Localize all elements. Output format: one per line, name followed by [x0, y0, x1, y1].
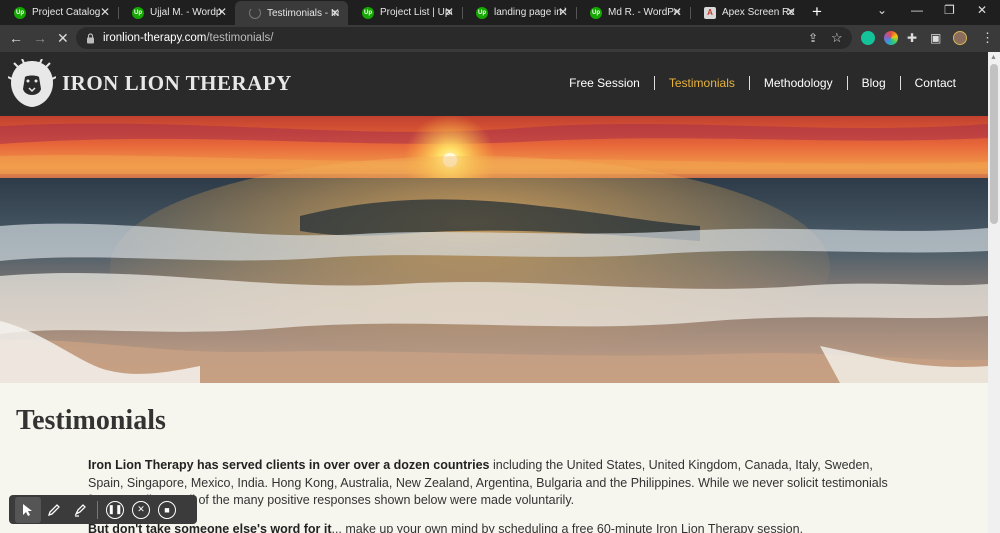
- nav-contact[interactable]: Contact: [901, 76, 970, 90]
- nav-blog[interactable]: Blog: [848, 76, 900, 90]
- nav-free-session[interactable]: Free Session: [555, 76, 654, 90]
- stop-loading-icon[interactable]: ✕: [57, 30, 69, 46]
- close-tab-icon[interactable]: ✕: [100, 5, 110, 19]
- highlighter-icon[interactable]: [67, 497, 93, 523]
- pointer-icon[interactable]: [15, 496, 41, 523]
- upwork-favicon-icon: Up: [476, 6, 488, 19]
- cta-paragraph: But don't take someone else's word for i…: [88, 521, 908, 533]
- grammarly-extension-icon[interactable]: [861, 31, 875, 45]
- address-bar[interactable]: ironlion-therapy.com/testimonials/: [76, 27, 852, 49]
- nav-methodology[interactable]: Methodology: [750, 76, 847, 90]
- scrollbar-thumb[interactable]: [990, 64, 998, 224]
- tab-project-list[interactable]: Up Project List | Upw ✕: [348, 0, 462, 25]
- close-tab-icon[interactable]: ✕: [330, 6, 340, 20]
- pause-icon[interactable]: ❚❚: [102, 497, 128, 523]
- browser-toolbar: ← → ✕ ironlion-therapy.com/testimonials/…: [0, 25, 1000, 52]
- main-navigation: Free Session Testimonials Methodology Bl…: [555, 76, 970, 90]
- nav-testimonials[interactable]: Testimonials: [655, 76, 749, 90]
- share-icon[interactable]: ⇪: [808, 30, 818, 46]
- tab-title: Apex Screen Rec: [722, 7, 794, 18]
- upwork-favicon-icon: Up: [590, 6, 602, 19]
- tab-ujjal[interactable]: Up Ujjal M. - Wordp ✕: [118, 0, 235, 25]
- tab-search-icon[interactable]: ⌄: [877, 3, 887, 17]
- cta-text: ... make up your own mind by scheduling …: [331, 522, 804, 533]
- tab-landing-page[interactable]: Up landing page in \ ✕: [462, 0, 576, 25]
- close-tab-icon[interactable]: ✕: [672, 5, 682, 19]
- page-title: Testimonials: [16, 405, 166, 436]
- intro-bold-text: Iron Lion Therapy has served clients in …: [88, 458, 490, 472]
- cancel-icon[interactable]: ✕: [128, 497, 154, 523]
- screen-recorder-toolbar: ❚❚ ✕ ■: [9, 495, 197, 524]
- tab-title: Md R. - WordPre: [608, 7, 680, 18]
- tab-title: Project List | Upw: [380, 7, 452, 18]
- recorder-divider: [97, 500, 98, 519]
- forward-icon[interactable]: →: [33, 30, 47, 46]
- upwork-favicon-icon: Up: [14, 6, 26, 19]
- tab-title: landing page in \: [494, 7, 566, 18]
- loading-spinner-icon: [249, 7, 261, 19]
- restore-icon[interactable]: ❐: [944, 3, 955, 17]
- close-tab-icon[interactable]: ✕: [786, 5, 796, 19]
- url-text: ironlion-therapy.com/testimonials/: [103, 32, 274, 44]
- tab-testimonials[interactable]: Testimonials - Iro ✕: [235, 1, 348, 25]
- close-tab-icon[interactable]: ✕: [444, 5, 454, 19]
- side-panel-icon[interactable]: ▣: [930, 30, 941, 46]
- tab-title: Ujjal M. - Wordp: [150, 7, 222, 18]
- tab-md-r[interactable]: Up Md R. - WordPre ✕: [576, 0, 690, 25]
- page-scrollbar[interactable]: ▲: [988, 52, 1000, 533]
- profile-avatar[interactable]: [953, 31, 967, 45]
- bookmark-star-icon[interactable]: ☆: [831, 30, 843, 46]
- tab-apex-screen[interactable]: A Apex Screen Rec ✕: [690, 0, 804, 25]
- close-window-icon[interactable]: ✕: [977, 3, 987, 17]
- site-header: IRON LION THERAPY Free Session Testimoni…: [0, 52, 988, 116]
- new-tab-icon[interactable]: +: [812, 2, 822, 22]
- intro-paragraph: Iron Lion Therapy has served clients in …: [88, 457, 908, 510]
- lion-logo-icon[interactable]: [8, 59, 56, 109]
- browser-tab-strip: Up Project Catalog | ✕ Up Ujjal M. - Wor…: [0, 0, 1000, 25]
- minimize-icon[interactable]: —: [911, 3, 923, 17]
- tab-project-catalog[interactable]: Up Project Catalog | ✕: [0, 0, 118, 25]
- tab-title: Testimonials - Iro: [267, 7, 339, 19]
- scroll-up-arrow-icon[interactable]: ▲: [990, 54, 997, 61]
- intro-text-line3: clients, all of the many positive respon…: [140, 493, 575, 507]
- apex-favicon-icon: A: [704, 6, 716, 19]
- stop-icon[interactable]: ■: [154, 497, 180, 523]
- lock-icon: [87, 32, 94, 43]
- upwork-favicon-icon: Up: [132, 6, 144, 19]
- close-tab-icon[interactable]: ✕: [217, 5, 227, 19]
- tab-title: Project Catalog |: [32, 7, 104, 18]
- menu-kebab-icon[interactable]: ⋮: [981, 30, 994, 46]
- back-icon[interactable]: ←: [9, 30, 23, 46]
- pen-icon[interactable]: [41, 497, 67, 523]
- hero-sunset-image: [0, 116, 988, 383]
- extensions-puzzle-icon[interactable]: ✚: [907, 30, 917, 46]
- site-brand-name[interactable]: IRON LION THERAPY: [62, 71, 292, 96]
- upwork-favicon-icon: Up: [362, 6, 374, 19]
- color-extension-icon[interactable]: [884, 31, 898, 45]
- close-tab-icon[interactable]: ✕: [558, 5, 568, 19]
